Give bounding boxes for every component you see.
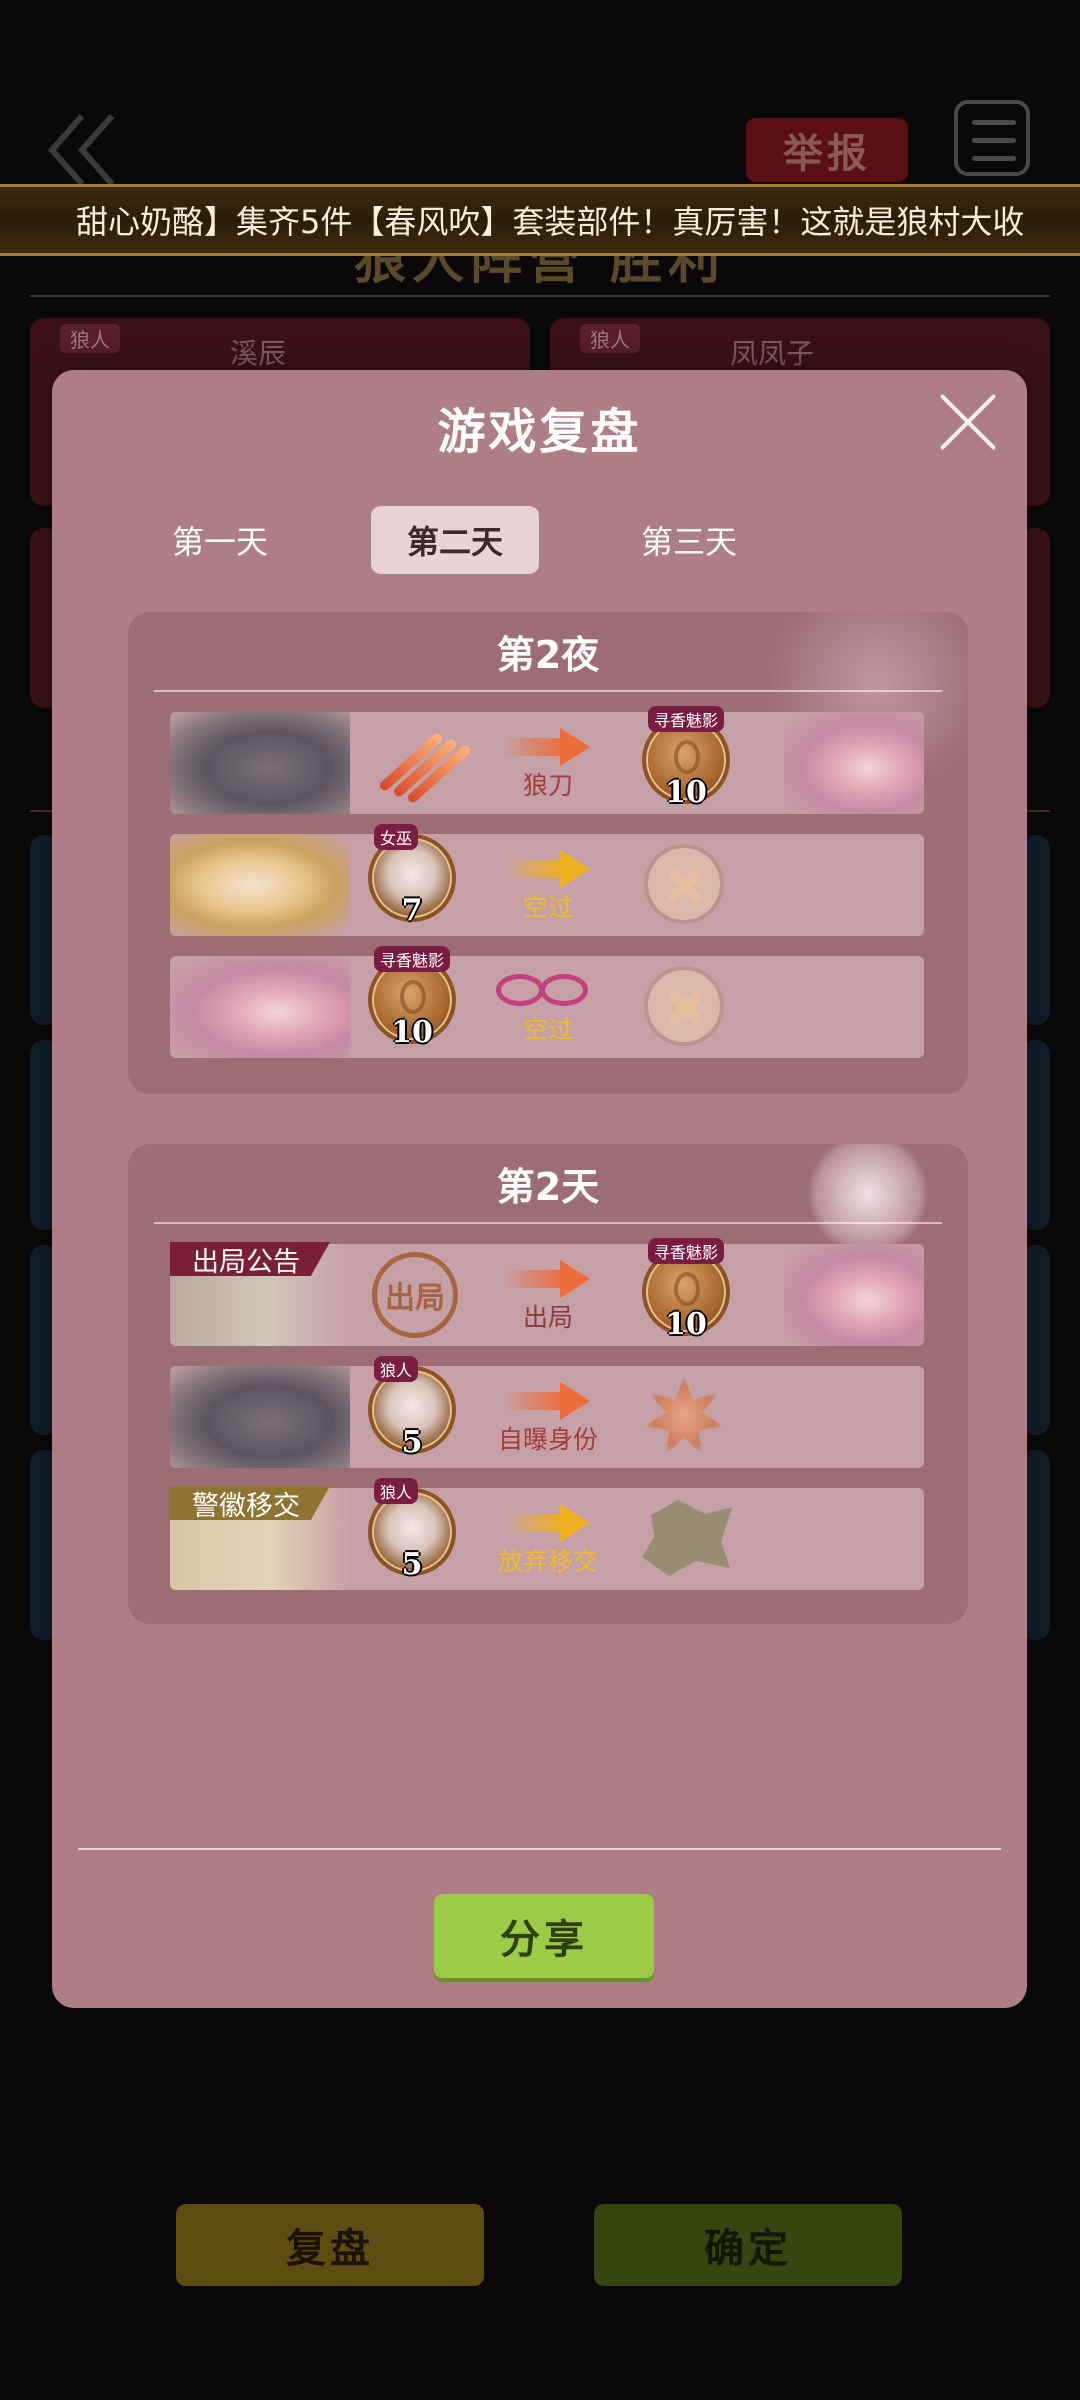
role-tag: 狼人 xyxy=(60,324,120,353)
seat-number: 7 xyxy=(401,893,423,928)
divider xyxy=(154,690,942,692)
role-tag: 女巫 xyxy=(374,824,419,850)
menu-list-icon[interactable] xyxy=(954,100,1030,176)
divider xyxy=(30,295,1050,297)
target-portrait xyxy=(784,712,924,814)
torn-badge-icon xyxy=(642,1500,732,1576)
explosion-icon xyxy=(644,1376,724,1456)
report-button[interactable]: 举报 xyxy=(746,118,908,182)
target-portrait xyxy=(784,1244,924,1346)
werewolf-portrait xyxy=(170,1366,350,1468)
cross-icon xyxy=(644,844,724,924)
eliminated-stamp-icon: 出局 xyxy=(372,1252,458,1338)
role-tag: 狼人 xyxy=(374,1478,419,1504)
badge-transfer-banner: 警徽移交 xyxy=(170,1486,330,1520)
action-label: 出局 xyxy=(522,1303,573,1332)
elimination-banner: 出局公告 xyxy=(170,1242,330,1276)
game-review-dialog: 游戏复盘 第一天 第二天 第三天 第2夜 狼刀 寻香魅影 10 女巫 7 空过 … xyxy=(52,370,1027,2008)
action-label: 空过 xyxy=(522,1015,573,1044)
role-tag: 寻香魅影 xyxy=(648,706,725,732)
day-tabs: 第一天 第二天 第三天 xyxy=(52,506,1027,574)
divider xyxy=(78,1848,1001,1850)
witch-portrait xyxy=(170,834,350,936)
close-icon[interactable] xyxy=(936,390,1000,454)
role-tag: 寻香魅影 xyxy=(648,1238,725,1264)
arrow-icon xyxy=(504,1382,594,1420)
arrow-icon xyxy=(504,728,594,766)
marquee-text: 甜心奶酪】集齐5件【春风吹】套装部件！真厉害！这就是狼村大收 xyxy=(76,203,1025,241)
actor-avatar[interactable]: 狼人 5 xyxy=(368,1478,456,1582)
day-section: 第2天 出局公告 出局 出局 寻香魅影 10 狼人 5 自曝身份 警徽移交 狼人… xyxy=(128,1144,968,1624)
divider xyxy=(154,1222,942,1224)
tab-day-2[interactable]: 第二天 xyxy=(371,506,539,574)
actor-avatar[interactable]: 女巫 7 xyxy=(368,824,456,928)
seat-number: 10 xyxy=(665,1307,707,1342)
day-event-row: 警徽移交 狼人 5 放弃移交 xyxy=(170,1478,924,1590)
role-tag: 狼人 xyxy=(580,324,640,353)
night-event-row: 狼刀 寻香魅影 10 xyxy=(170,706,924,814)
target-avatar[interactable]: 寻香魅影 10 xyxy=(642,1238,730,1342)
announcement-marquee: 甜心奶酪】集齐5件【春风吹】套装部件！真厉害！这就是狼村大收 xyxy=(0,184,1080,256)
night-title: 第2夜 xyxy=(496,633,600,677)
day-event-row: 狼人 5 自曝身份 xyxy=(170,1356,924,1468)
infinity-icon xyxy=(496,970,596,1010)
player-name: 凤凤子 xyxy=(730,337,815,370)
role-tag: 寻香魅影 xyxy=(374,946,451,972)
action-label: 空过 xyxy=(522,893,573,922)
seat-number: 5 xyxy=(401,1425,423,1460)
claw-slash-icon xyxy=(377,726,473,805)
arrow-icon xyxy=(504,1260,594,1298)
seat-number: 10 xyxy=(391,1015,433,1050)
night-event-row: 女巫 7 空过 xyxy=(170,824,924,936)
share-button[interactable]: 分享 xyxy=(434,1894,654,1978)
role-tag: 狼人 xyxy=(374,1356,419,1382)
night-event-row: 寻香魅影 10 空过 xyxy=(170,946,924,1058)
night-section: 第2夜 狼刀 寻香魅影 10 女巫 7 空过 寻香魅影 10 空过 xyxy=(128,612,968,1094)
player-name: 溪辰 xyxy=(230,337,287,370)
replay-button[interactable]: 复盘 xyxy=(176,2204,484,2286)
back-chevron-icon[interactable] xyxy=(48,112,118,188)
seat-number: 5 xyxy=(401,1547,423,1582)
tab-day-3[interactable]: 第三天 xyxy=(605,506,773,574)
target-avatar[interactable]: 寻香魅影 10 xyxy=(642,706,730,810)
day-title: 第2天 xyxy=(496,1165,600,1209)
seat-number: 10 xyxy=(665,775,707,810)
arrow-icon xyxy=(504,1504,594,1542)
action-label: 狼刀 xyxy=(522,771,573,800)
dialog-title: 游戏复盘 xyxy=(437,404,642,460)
arrow-icon xyxy=(504,850,594,888)
unknown-avatar-icon xyxy=(674,1272,700,1306)
unknown-avatar-icon xyxy=(674,740,700,774)
actor-avatar[interactable]: 寻香魅影 10 xyxy=(368,946,456,1050)
actor-avatar[interactable]: 狼人 5 xyxy=(368,1356,456,1460)
day-event-row: 出局公告 出局 出局 寻香魅影 10 xyxy=(170,1238,924,1346)
unknown-avatar-icon xyxy=(400,980,426,1014)
confirm-button[interactable]: 确定 xyxy=(594,2204,902,2286)
action-label: 自曝身份 xyxy=(497,1425,598,1454)
tab-day-1[interactable]: 第一天 xyxy=(136,506,304,574)
werewolf-portrait xyxy=(170,712,350,814)
action-label: 放弃移交 xyxy=(497,1547,598,1576)
cross-icon xyxy=(644,966,724,1046)
actor-portrait xyxy=(170,956,350,1058)
